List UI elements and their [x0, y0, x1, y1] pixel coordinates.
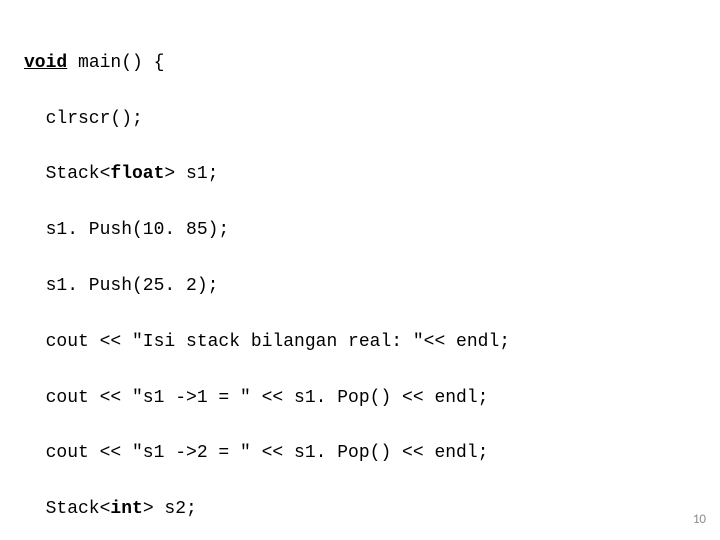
code-line: Stack<float> s1;: [24, 161, 720, 189]
code-line: cout << "s1 ->2 = " << s1. Pop() << endl…: [24, 440, 720, 468]
code-text: cout << "Isi stack bilangan real: "<< en…: [46, 332, 510, 352]
code-text: cout << "s1 ->2 = " << s1. Pop() << endl…: [46, 443, 489, 463]
keyword-void: void: [24, 53, 67, 73]
code-text: Stack<: [46, 164, 111, 184]
code-text: clrscr();: [46, 109, 143, 129]
code-line: void main() {: [24, 50, 720, 78]
code-text: main() {: [67, 53, 164, 73]
code-text: > s1;: [164, 164, 218, 184]
code-block: void main() { clrscr(); Stack<float> s1;…: [0, 0, 720, 540]
code-line: s1. Push(25. 2);: [24, 273, 720, 301]
code-line: cout << "s1 ->1 = " << s1. Pop() << endl…: [24, 385, 720, 413]
code-line: clrscr();: [24, 106, 720, 134]
keyword-int: int: [110, 499, 142, 519]
keyword-float: float: [110, 164, 164, 184]
code-text: s1. Push(25. 2);: [46, 276, 219, 296]
code-line: cout << "Isi stack bilangan real: "<< en…: [24, 329, 720, 357]
code-text: s1. Push(10. 85);: [46, 220, 230, 240]
code-text: > s2;: [143, 499, 197, 519]
code-text: Stack<: [46, 499, 111, 519]
code-text: cout << "s1 ->1 = " << s1. Pop() << endl…: [46, 388, 489, 408]
code-line: s1. Push(10. 85);: [24, 217, 720, 245]
slide-number: 10: [693, 510, 706, 530]
code-line: Stack<int> s2;: [24, 496, 720, 524]
